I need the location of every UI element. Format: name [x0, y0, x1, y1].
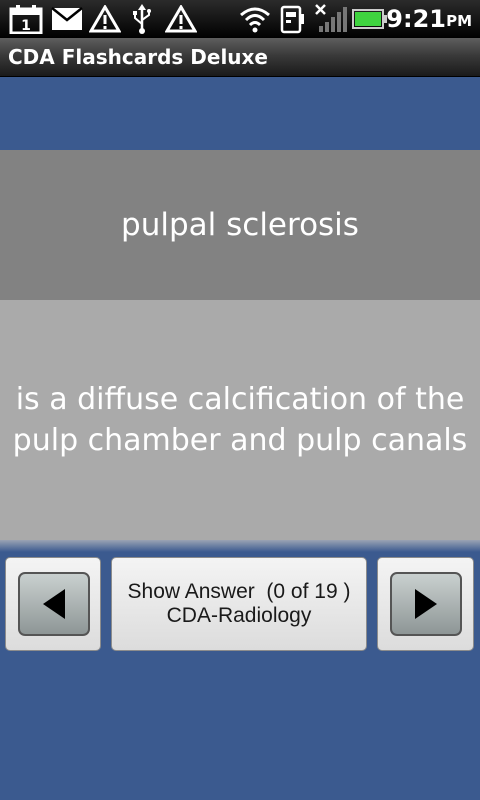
- flashcard-definition: is a diffuse calcification of the pulp c…: [5, 379, 476, 461]
- definition-line: pulp chamber and pulp canals: [12, 423, 468, 458]
- warning-icon: [88, 5, 122, 33]
- show-answer-label: Show Answer (0 of 19 ): [127, 580, 351, 603]
- previous-card-button[interactable]: [5, 557, 101, 651]
- warning-icon: [164, 5, 198, 33]
- svg-text:1: 1: [21, 18, 31, 34]
- calendar-icon: 1: [8, 5, 44, 34]
- next-card-button[interactable]: [377, 557, 474, 651]
- status-bar: 1 9:21 PM: [0, 0, 480, 38]
- header-band: [0, 77, 480, 150]
- right-arrow-icon: [390, 572, 462, 636]
- left-arrow-icon: [18, 572, 90, 636]
- no-signal-icon: [314, 4, 348, 33]
- clock-time: 9:21: [386, 5, 446, 33]
- show-answer-button[interactable]: Show Answer (0 of 19 ) CDA-Radiology: [111, 557, 367, 651]
- usb-icon: [128, 4, 156, 34]
- app-title: CDA Flashcards Deluxe: [8, 45, 268, 69]
- clock-ampm: PM: [446, 12, 472, 30]
- term-panel[interactable]: pulpal sclerosis: [0, 150, 480, 300]
- app-title-bar: CDA Flashcards Deluxe: [0, 38, 480, 77]
- phone-storage-icon: [278, 5, 306, 34]
- email-icon: [50, 5, 84, 33]
- definition-line: is a diffuse calcification of the: [15, 382, 465, 417]
- wifi-icon: [238, 5, 272, 33]
- flashcard-term: pulpal sclerosis: [121, 207, 359, 243]
- panel-shadow: [0, 540, 480, 552]
- deck-name-label: CDA-Radiology: [166, 604, 312, 627]
- definition-panel[interactable]: is a diffuse calcification of the pulp c…: [0, 300, 480, 540]
- battery-icon: [352, 5, 388, 33]
